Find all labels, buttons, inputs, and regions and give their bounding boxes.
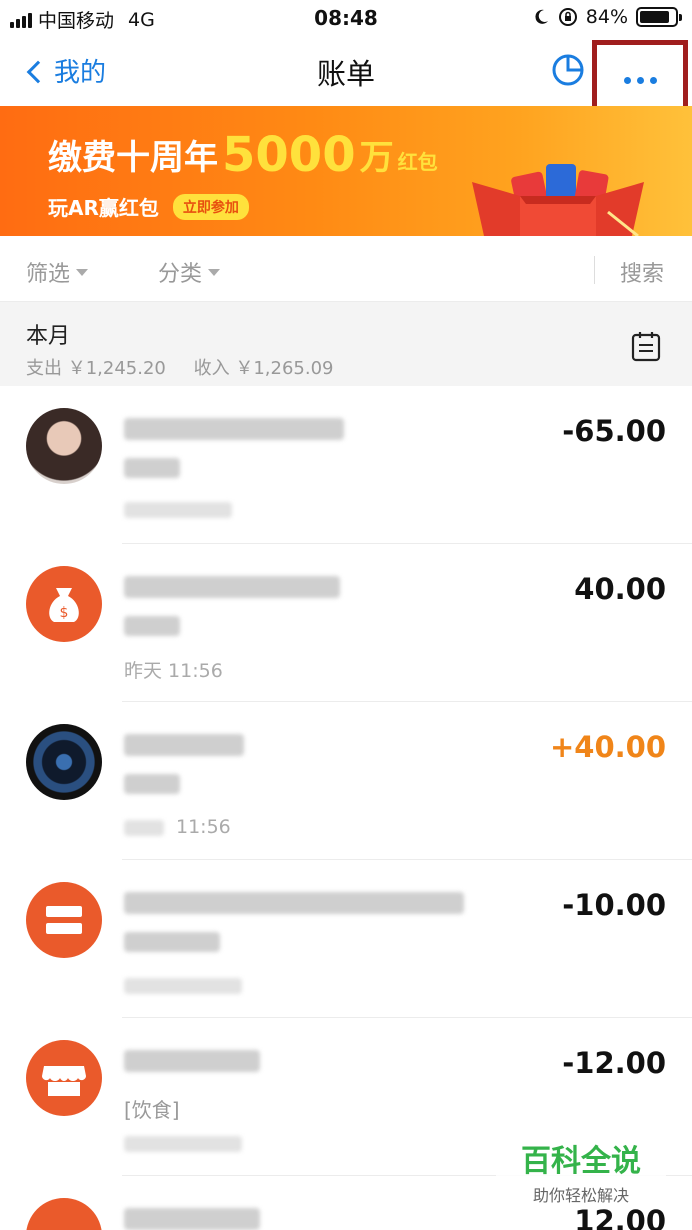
shop-icon xyxy=(42,1066,86,1096)
transaction-amount: -12.00 xyxy=(562,1046,666,1080)
blurred-tag xyxy=(124,458,180,478)
blurred-title xyxy=(124,418,344,440)
dot-icon xyxy=(623,76,631,84)
promo-banner[interactable]: 缴费十周年 5000 万 红包 玩AR赢红包 立即参加 xyxy=(0,106,692,236)
payment-code-icon xyxy=(46,906,82,934)
transaction-time: 11:56 xyxy=(176,816,231,838)
watermark-title: 百科全说 xyxy=(521,1144,641,1179)
transaction-row[interactable]: -10.00 xyxy=(0,860,692,1018)
divider xyxy=(594,256,595,284)
rotation-lock-icon xyxy=(558,8,577,26)
avatar xyxy=(26,1198,102,1230)
banner-subtitle-text: 玩AR赢红包 xyxy=(48,196,159,220)
transaction-amount: -10.00 xyxy=(562,888,666,922)
blurred-tag xyxy=(124,774,180,794)
category-label: 分类 xyxy=(158,262,203,287)
avatar: $ xyxy=(26,566,102,642)
blurred-title xyxy=(124,1208,260,1230)
pie-chart-icon[interactable] xyxy=(551,53,585,87)
blurred-title xyxy=(124,576,340,598)
filter-label: 筛选 xyxy=(26,262,71,287)
transaction-time: 昨天 11:56 xyxy=(124,660,223,682)
blurred-title xyxy=(124,892,464,914)
dropdown-arrow-icon xyxy=(76,268,89,276)
blurred-title xyxy=(124,1050,260,1072)
month-label: 本月 xyxy=(26,324,71,349)
transaction-amount: 40.00 xyxy=(574,572,666,606)
blurred-time xyxy=(124,820,164,836)
battery-percent: 84% xyxy=(585,6,628,28)
blurred-tag xyxy=(124,932,220,952)
transaction-row[interactable]: -65.00 xyxy=(0,386,692,544)
moon-icon xyxy=(535,9,548,24)
search-label: 搜索 xyxy=(620,262,665,287)
banner-unit: 万 xyxy=(359,138,394,178)
battery-icon xyxy=(636,7,682,27)
banner-title: 缴费十周年 5000 万 红包 xyxy=(48,130,438,179)
calendar-icon[interactable] xyxy=(630,330,662,362)
month-summary: 支出 ￥1,245.20 收入 ￥1,265.09 xyxy=(26,354,334,380)
transaction-row[interactable]: $ 昨天 11:56 40.00 xyxy=(0,544,692,702)
transaction-amount: -65.00 xyxy=(562,414,666,448)
blurred-time xyxy=(124,978,242,994)
avatar xyxy=(26,724,102,800)
filter-bar: 筛选 分类 搜索 xyxy=(0,236,692,302)
svg-text:$: $ xyxy=(60,605,69,621)
banner-suffix: 红包 xyxy=(397,150,438,174)
transaction-amount: +40.00 xyxy=(549,730,666,764)
blurred-time xyxy=(124,502,232,518)
watermark: 百科全说 助你轻松解决 xyxy=(496,1128,666,1208)
banner-amount: 5000 xyxy=(222,127,356,183)
watermark-subtitle: 助你轻松解决 xyxy=(532,1186,629,1205)
blurred-time xyxy=(124,1136,242,1152)
gift-box-illustration xyxy=(472,164,644,236)
dot-icon xyxy=(649,76,657,84)
nav-bar: 我的 账单 xyxy=(0,36,692,120)
income-total: 收入 ￥1,265.09 xyxy=(193,358,334,379)
search-button[interactable]: 搜索 xyxy=(620,256,664,288)
transaction-category: [饮食] xyxy=(124,1098,180,1122)
expense-total: 支出 ￥1,245.20 xyxy=(26,358,166,379)
month-header: 本月 支出 ￥1,245.20 收入 ￥1,265.09 xyxy=(0,302,692,386)
blurred-tag xyxy=(124,616,180,636)
avatar xyxy=(26,1040,102,1116)
filter-dropdown[interactable]: 筛选 xyxy=(26,256,89,288)
status-bar: 中国移动 4G 08:48 84% xyxy=(0,0,692,36)
page-title: 账单 xyxy=(316,57,375,91)
status-right: 84% xyxy=(532,6,682,28)
banner-title-text: 缴费十周年 xyxy=(48,138,218,178)
join-button[interactable]: 立即参加 xyxy=(172,193,249,220)
dropdown-arrow-icon xyxy=(208,268,221,276)
battery-fill xyxy=(640,11,669,23)
category-dropdown[interactable]: 分类 xyxy=(158,256,221,288)
blurred-title xyxy=(124,734,244,756)
avatar xyxy=(26,408,102,484)
banner-subtitle: 玩AR赢红包 立即参加 xyxy=(48,192,249,221)
transaction-row[interactable]: 11:56 +40.00 xyxy=(0,702,692,860)
dot-icon xyxy=(636,76,644,84)
avatar xyxy=(26,882,102,958)
money-bag-icon: $ xyxy=(49,588,79,622)
